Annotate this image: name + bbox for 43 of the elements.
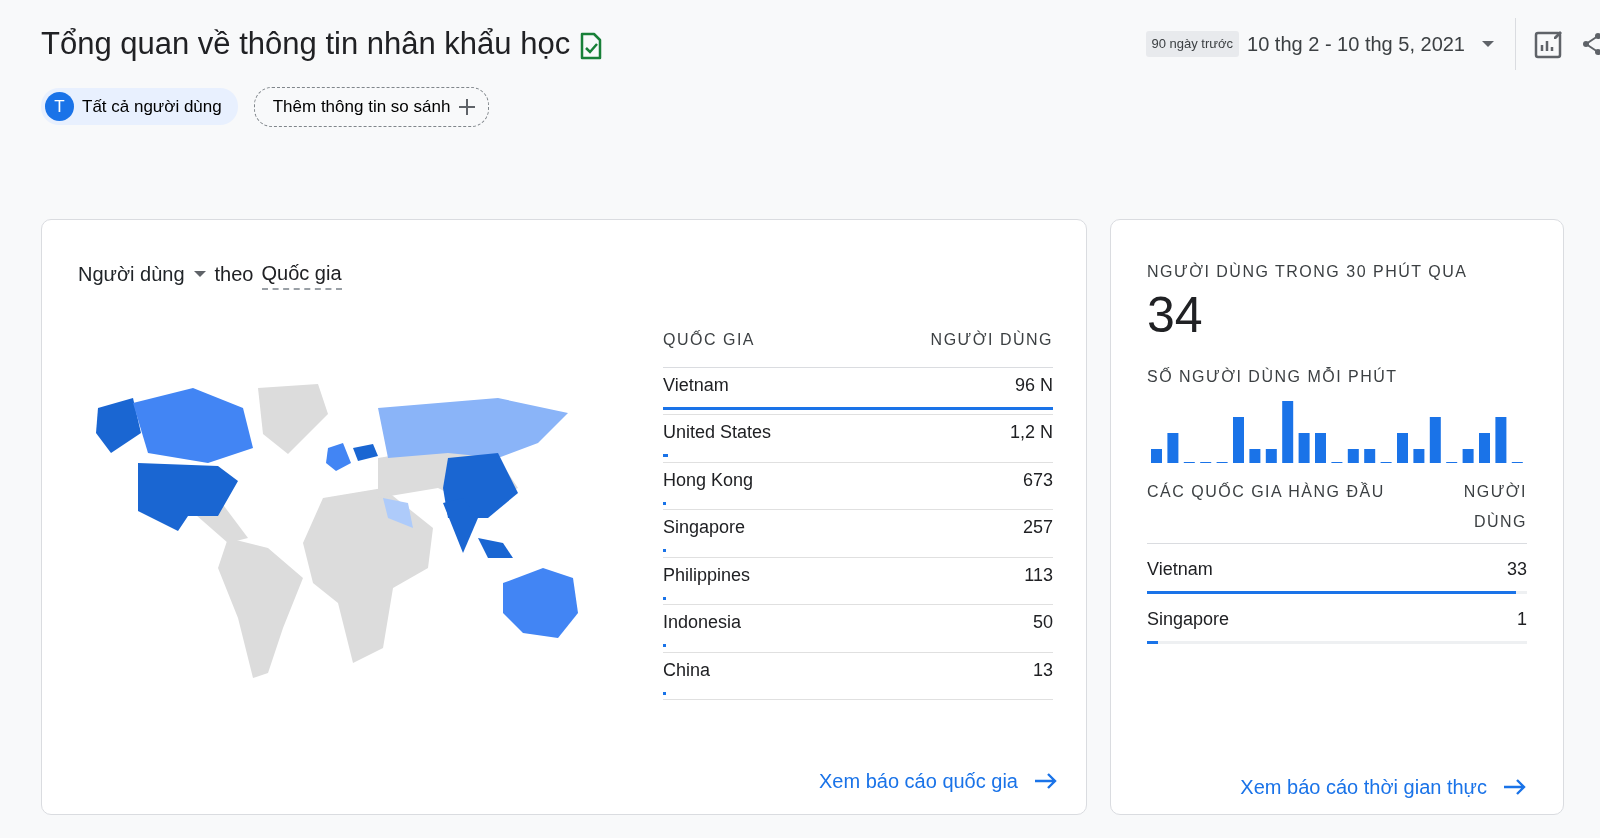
plus-icon xyxy=(458,97,477,116)
realtime-report-link[interactable]: Xem báo cáo thời gian thực xyxy=(1240,772,1527,803)
caret-icon xyxy=(1481,40,1495,48)
country-report-link[interactable]: Xem báo cáo quốc gia xyxy=(818,766,1058,796)
country-name: United States xyxy=(663,421,772,445)
country-name: Vietnam xyxy=(663,373,729,397)
metric-dropdown[interactable]: Người dùng xyxy=(78,258,207,289)
edit-chart-icon[interactable] xyxy=(1534,29,1564,59)
arrow-right-icon xyxy=(1503,778,1527,797)
user-value: 673 xyxy=(1022,468,1053,492)
realtime-title: NGƯỜI DÙNG TRONG 30 PHÚT QUA xyxy=(1147,261,1469,282)
country-name: Singapore xyxy=(663,516,746,540)
add-comparison-chip[interactable]: Thêm thông tin so sánh xyxy=(253,87,490,127)
avatar-circle: T xyxy=(45,92,74,122)
country-name: Singapore xyxy=(1147,608,1230,632)
arrow-right-icon xyxy=(1034,772,1058,790)
country-name: Vietnam xyxy=(1147,558,1213,582)
user-value: 13 xyxy=(1032,658,1053,682)
column-header: CÁC QUỐC GIA HÀNG ĐẦU xyxy=(1147,481,1385,502)
user-value: 113 xyxy=(1024,563,1053,587)
per-minute-label: SỐ NGƯỜI DÙNG MỖI PHÚT xyxy=(1147,366,1399,387)
user-count: 34 xyxy=(1147,287,1204,343)
column-header: NGƯỜI DÙNG xyxy=(930,329,1053,350)
caret-icon xyxy=(192,269,207,278)
by-label: theo xyxy=(214,261,254,287)
country-name: Philippines xyxy=(663,563,751,587)
column-header: QUỐC GIA xyxy=(663,329,755,350)
page-title: Tổng quan về thông tin nhân khẩu học xyxy=(41,24,571,63)
user-value: 1 xyxy=(1517,608,1527,632)
country-name: Hong Kong xyxy=(663,468,754,492)
user-value: 1,2 N xyxy=(1009,421,1053,445)
user-value: 50 xyxy=(1032,611,1053,635)
user-value: 257 xyxy=(1022,516,1053,540)
date-range-dropdown[interactable]: 10 thg 2 - 10 thg 5, 2021 xyxy=(1247,29,1495,59)
column-header: NGƯỜI DÙNG xyxy=(1462,481,1527,532)
dimension-selector[interactable]: Quốc gia xyxy=(261,257,342,290)
user-value: 96 N xyxy=(1014,373,1053,397)
country-name: Indonesia xyxy=(663,611,742,635)
range-badge: 90 ngày trước xyxy=(1145,31,1240,57)
segment-chip[interactable]: T Tất cả người dùng xyxy=(41,88,238,126)
user-value: 33 xyxy=(1506,558,1527,582)
country-name: China xyxy=(663,658,711,682)
share-icon[interactable] xyxy=(1582,32,1600,57)
